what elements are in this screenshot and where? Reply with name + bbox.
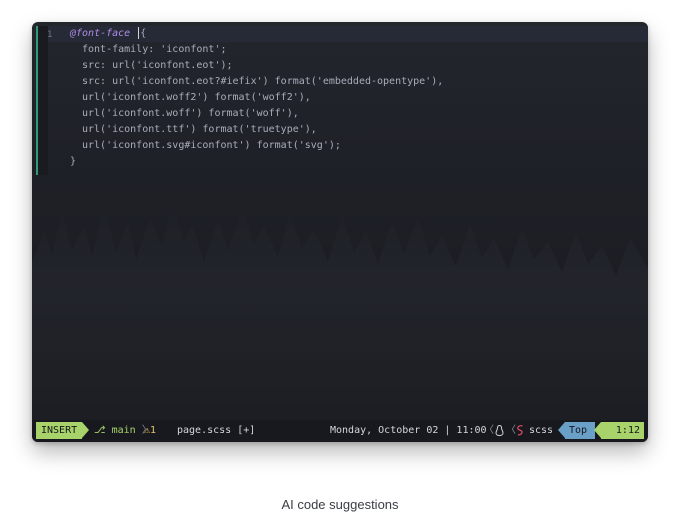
code-line-3[interactable]: src: url('iconfont.eot'); xyxy=(82,58,233,74)
linux-icon xyxy=(495,422,505,439)
code-line-1[interactable]: @font-face { xyxy=(70,26,146,42)
file-type: scss xyxy=(529,425,554,436)
scroll-separator xyxy=(558,422,565,438)
scroll-position: Top xyxy=(565,422,595,439)
cursor-position-separator xyxy=(594,422,601,438)
code-line-8[interactable]: url('iconfont.svg#iconfont') format('svg… xyxy=(82,138,341,154)
code-line-7[interactable]: url('iconfont.ttf') format('truetype'), xyxy=(82,122,317,138)
code-line-4[interactable]: src: url('iconfont.eot?#iefix') format('… xyxy=(82,74,443,90)
editor-window: 1 @font-face { font-family: 'iconfont'; … xyxy=(32,22,648,442)
git-branch-icon: ⎇ xyxy=(94,425,106,436)
date-time: Monday, October 02 | 11:00 xyxy=(330,425,487,436)
line-number: 1 xyxy=(47,30,53,40)
caption: AI code suggestions xyxy=(281,497,399,512)
open-brace: { xyxy=(140,28,147,39)
at-rule-keyword: @font-face xyxy=(70,28,131,39)
line-gutter xyxy=(36,26,48,175)
cursor-position: 1:12 xyxy=(601,422,644,439)
code-line-2[interactable]: font-family: 'iconfont'; xyxy=(82,42,227,58)
chevron-left-icon: 〈 xyxy=(484,425,494,436)
code-line-9[interactable]: } xyxy=(70,154,76,170)
branch-name: main xyxy=(111,425,136,436)
status-line: INSERT ⎇ main 〉 ⚠1 page.scss [+] Monday,… xyxy=(32,420,648,442)
mode-separator xyxy=(82,422,89,438)
diagnostics-warnings[interactable]: ⚠1 xyxy=(144,422,156,439)
code-editor[interactable]: 1 @font-face { font-family: 'iconfont'; … xyxy=(32,22,648,420)
sass-icon xyxy=(516,422,525,439)
warning-count: 1 xyxy=(150,425,157,436)
mode-indicator: INSERT xyxy=(36,422,82,439)
code-line-6[interactable]: url('iconfont.woff') format('woff'), xyxy=(82,106,299,122)
chevron-left-icon: 〈 xyxy=(506,425,516,436)
file-name: page.scss [+] xyxy=(177,425,256,436)
code-line-5[interactable]: url('iconfont.woff2') format('woff2'), xyxy=(82,90,311,106)
